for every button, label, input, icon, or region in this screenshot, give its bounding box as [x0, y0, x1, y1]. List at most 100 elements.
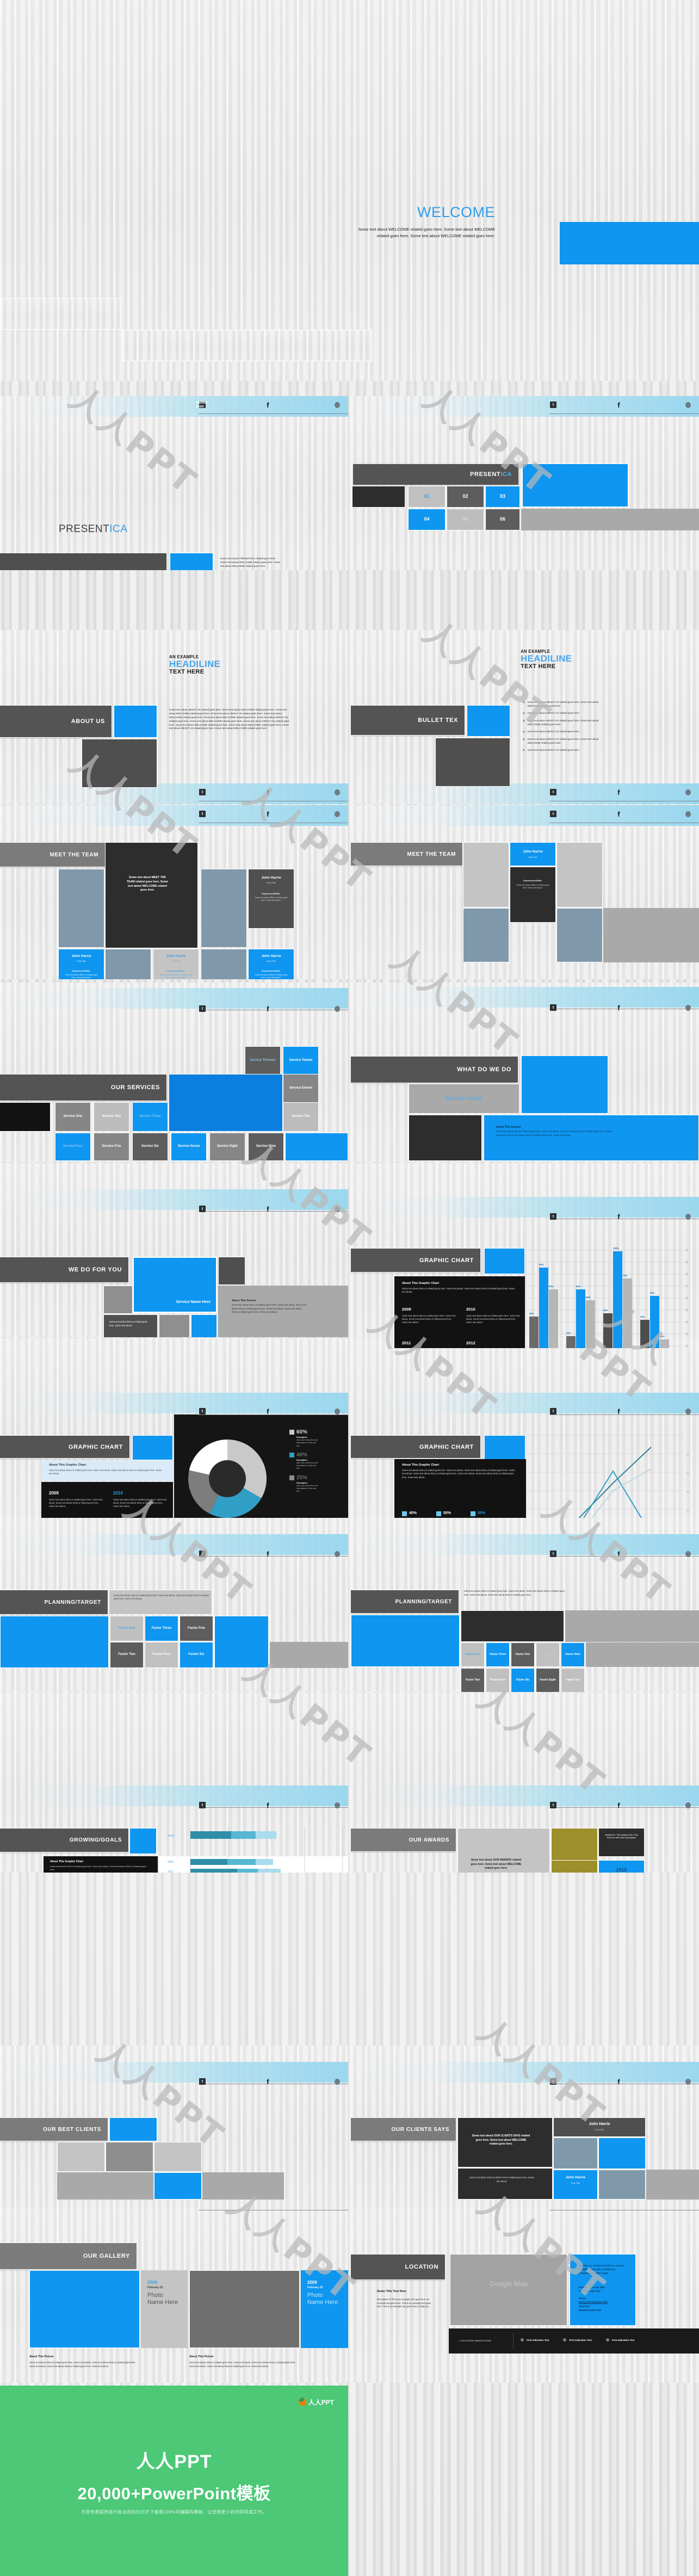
slide-our-gallery[interactable]: OUR GALLERY 2009 February 25 Photo Name …: [0, 2209, 348, 2383]
google-plus-icon[interactable]: [334, 789, 341, 795]
map-placeholder[interactable]: Google Map: [450, 2254, 567, 2326]
slide-planning-target-a[interactable]: t f PLANNING/TARGET Some text about SKIL…: [0, 1518, 348, 1692]
twitter-icon[interactable]: t: [550, 811, 557, 817]
twitter-icon[interactable]: t: [550, 789, 557, 795]
agenda-item-02[interactable]: 02: [447, 486, 484, 508]
factor-tile-five[interactable]: Factor Five: [180, 1616, 213, 1641]
google-plus-icon[interactable]: [685, 1213, 691, 1220]
facebook-icon[interactable]: f: [615, 1550, 622, 1558]
slide-our-awards[interactable]: t f OUR AWARDS Some text about OUR AWARD…: [351, 1693, 699, 1873]
twitter-icon[interactable]: twitter-icon: [196, 401, 208, 409]
google-plus-icon[interactable]: [334, 2078, 341, 2085]
google-plus-icon[interactable]: [685, 1004, 691, 1011]
twitter-icon[interactable]: t: [550, 1004, 557, 1011]
service-tile-six[interactable]: Service Six: [132, 1133, 168, 1161]
agenda-item-05[interactable]: 05: [447, 509, 484, 530]
google-plus-icon[interactable]: [685, 789, 691, 795]
factor-tile-three[interactable]: Factor Three: [145, 1616, 178, 1641]
awards-card[interactable]: Awards for: This Awards from: This text …: [598, 1828, 645, 1857]
facebook-icon[interactable]: f: [615, 2078, 622, 2085]
google-plus-icon[interactable]: [685, 1408, 691, 1414]
what-service-name-card[interactable]: Service Name: [409, 1084, 519, 1114]
gallery-photo-placeholder[interactable]: [29, 2270, 140, 2348]
gallery-photo-placeholder[interactable]: [189, 2270, 300, 2348]
google-plus-icon[interactable]: [334, 1408, 341, 1414]
slide-what-do-we-do[interactable]: t f WHAT DO WE DO Service Name About Thi…: [351, 983, 699, 1162]
gallery-caption-card[interactable]: 2009 February 25 Photo Name Here: [301, 2270, 348, 2348]
twitter-icon[interactable]: t: [199, 789, 206, 795]
google-plus-icon[interactable]: [334, 1802, 341, 1808]
slide-about-us[interactable]: t f AN EXAMPLE HEADILINE TEXT HERE ABOUT…: [0, 630, 348, 804]
google-plus-icon[interactable]: [334, 1206, 341, 1212]
facebook-icon[interactable]: f: [615, 1004, 622, 1011]
twitter-icon[interactable]: t: [550, 1213, 557, 1220]
service-tile-five[interactable]: Service Five: [94, 1133, 129, 1161]
slide-meet-the-team-a[interactable]: t f MEET THE TEAM Some text about MEET T…: [0, 805, 348, 979]
slide-graphic-chart-line[interactable]: t f GRAPHIC CHART About This Graphic Cha…: [351, 1338, 699, 1518]
google-plus-icon[interactable]: [334, 1550, 341, 1557]
factor-tile-five[interactable]: Factor Five: [511, 1642, 535, 1667]
factor-tile-six[interactable]: Factor Six: [180, 1642, 213, 1668]
slide-planning-target-b[interactable]: t f PLANNING/TARGET Some text about SKIL…: [351, 1518, 699, 1692]
testimonial-card[interactable]: John Harrie Post Title: [553, 2170, 598, 2200]
google-plus-icon[interactable]: [334, 811, 341, 817]
slide-bullets[interactable]: t f AN EXAMPLE HEADILINE TEXT HERE BULLE…: [351, 630, 699, 804]
agenda-item-03[interactable]: 03: [485, 486, 520, 508]
google-plus-icon[interactable]: [685, 2078, 691, 2085]
twitter-icon[interactable]: t: [550, 401, 557, 408]
factor-tile-two[interactable]: Factor Two: [110, 1642, 144, 1668]
factor-tile-nine[interactable]: Factor Nine: [561, 1642, 585, 1667]
factor-tile-one[interactable]: Factor One: [110, 1616, 144, 1641]
slide-presentica[interactable]: twitter-icon f PRESENTICA Some text abou…: [0, 396, 348, 570]
slide-meet-the-team-b[interactable]: t f MEET THE TEAM John Harrie Post Title…: [351, 805, 699, 979]
team-member-card[interactable]: John Harrie Post Title Experience/Skills…: [248, 869, 294, 929]
factor-tile-one[interactable]: Factor One: [461, 1642, 485, 1667]
facebook-icon[interactable]: f: [264, 811, 271, 818]
factor-tile-seven[interactable]: Factor Seven: [536, 1642, 560, 1667]
agenda-item-06[interactable]: 06: [485, 509, 520, 530]
twitter-icon[interactable]: t: [550, 2078, 557, 2085]
service-tile-one[interactable]: Service One: [55, 1102, 91, 1132]
facebook-icon[interactable]: f: [615, 811, 622, 818]
team-member-card[interactable]: Experience/Skills: Some text about SKILL…: [510, 867, 556, 923]
twitter-icon[interactable]: t: [199, 2078, 206, 2085]
gallery-caption-card[interactable]: 2009 February 25 Photo Name Here: [141, 2270, 188, 2348]
service-tile-nine[interactable]: Service Nine: [248, 1133, 284, 1161]
factor-tile-four[interactable]: Factor Four: [145, 1642, 178, 1668]
google-plus-icon[interactable]: [685, 1550, 691, 1557]
testimonial-card[interactable]: [598, 2138, 646, 2169]
service-tile-eight[interactable]: Service Eight: [209, 1133, 245, 1161]
slide-welcome[interactable]: WELCOME Some text about WELCOME related …: [0, 0, 699, 381]
google-plus-icon[interactable]: [685, 811, 691, 817]
twitter-icon[interactable]: t: [199, 1005, 206, 1012]
facebook-icon[interactable]: f: [264, 1550, 271, 1558]
awards-card[interactable]: 2010 Awards Name Awards for: This Awards…: [598, 1860, 645, 1873]
facebook-icon[interactable]: f: [615, 1802, 622, 1809]
twitter-icon[interactable]: t: [199, 1408, 206, 1414]
slide-graphic-chart-donut[interactable]: t f GRAPHIC CHART About This Graphic Cha…: [0, 1338, 348, 1518]
twitter-icon[interactable]: t: [199, 1206, 206, 1212]
location-email[interactable]: EMAIL@MYDOMAIN.COM: [579, 2301, 608, 2303]
agenda-item-04[interactable]: 04: [408, 509, 446, 530]
slide-our-best-clients[interactable]: t f OUR BEST CLIENTS: [0, 2046, 348, 2214]
facebook-icon[interactable]: f: [615, 1408, 622, 1415]
twitter-icon[interactable]: t: [199, 811, 206, 817]
slide-our-services[interactable]: t f Service Thirteen Service Twelve OUR …: [0, 983, 348, 1162]
team-member-card[interactable]: John Harrie Post Title: [510, 842, 556, 866]
service-tile-eleven[interactable]: Service Eleven: [283, 1074, 319, 1103]
factor-tile-two[interactable]: Factor Two: [461, 1668, 485, 1692]
facebook-icon[interactable]: f: [264, 789, 271, 796]
slide-we-do-for-you[interactable]: t f WE DO FOR YOU Service Name Here Abou…: [0, 1163, 348, 1337]
twitter-icon[interactable]: t: [550, 1550, 557, 1557]
service-tile-twelve[interactable]: Service Twelve: [283, 1046, 319, 1075]
service-tile-three[interactable]: Service Three: [132, 1102, 168, 1132]
twitter-icon[interactable]: t: [199, 1802, 206, 1808]
slide-location[interactable]: LOCATION Google Map HOUSE# 11, SUITE#2 R…: [351, 2209, 699, 2383]
service-tile-two[interactable]: Service Two: [94, 1102, 129, 1132]
google-plus-icon[interactable]: [334, 401, 341, 408]
factor-tile-six[interactable]: Factor Six: [511, 1668, 535, 1692]
factor-tile-eight[interactable]: Factor Eight: [536, 1668, 560, 1692]
facebook-icon[interactable]: f: [615, 789, 622, 796]
google-plus-icon[interactable]: [685, 401, 691, 408]
service-tile-seven[interactable]: Service Seven: [171, 1133, 207, 1161]
